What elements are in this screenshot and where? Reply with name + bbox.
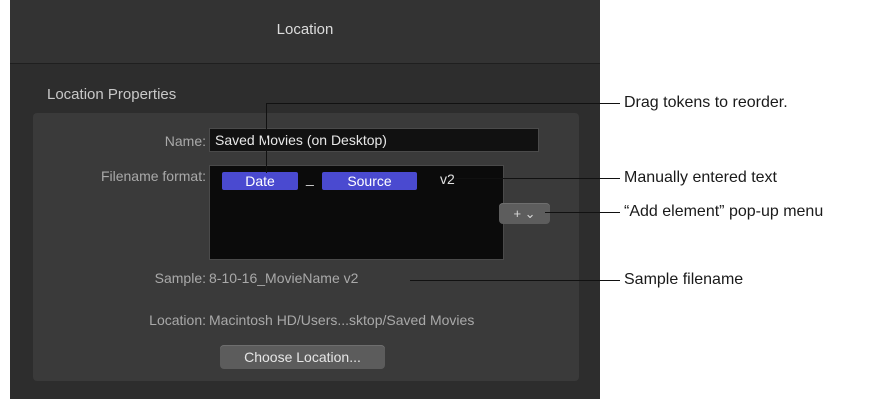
callout-line-add-menu: [545, 212, 620, 213]
sample-label: Sample:: [154, 270, 206, 286]
separator-text: _: [306, 170, 314, 186]
token-date[interactable]: Date: [222, 172, 298, 190]
callout-manual: Manually entered text: [624, 169, 777, 186]
callout-line-drag: [266, 103, 620, 104]
location-label: Location:: [149, 312, 206, 328]
callout-line-manual: [455, 178, 620, 179]
location-panel: Location Location Properties Name: Saved…: [10, 0, 600, 399]
title-bar: Location: [10, 0, 600, 64]
name-field[interactable]: Saved Movies (on Desktop): [209, 128, 539, 152]
token-source[interactable]: Source: [322, 172, 417, 190]
callout-line-drag-vertical: [266, 103, 267, 173]
location-value: Macintosh HD/Users...sktop/Saved Movies: [209, 312, 475, 328]
choose-location-button[interactable]: Choose Location...: [220, 345, 385, 369]
manual-text: v2: [440, 171, 455, 187]
window-title: Location: [276, 21, 334, 38]
callout-drag: Drag tokens to reorder.: [624, 94, 788, 111]
sample-value: 8-10-16_MovieName v2: [209, 270, 359, 286]
callout-line-sample: [410, 280, 620, 281]
callout-sample: Sample filename: [624, 271, 744, 288]
add-element-popup-button[interactable]: + ⌄: [499, 203, 550, 224]
name-label: Name:: [164, 133, 206, 149]
callout-add-menu: “Add element” pop-up menu: [624, 203, 824, 220]
section-label: Location Properties: [47, 86, 177, 103]
filename-format-label: Filename format:: [100, 168, 206, 184]
